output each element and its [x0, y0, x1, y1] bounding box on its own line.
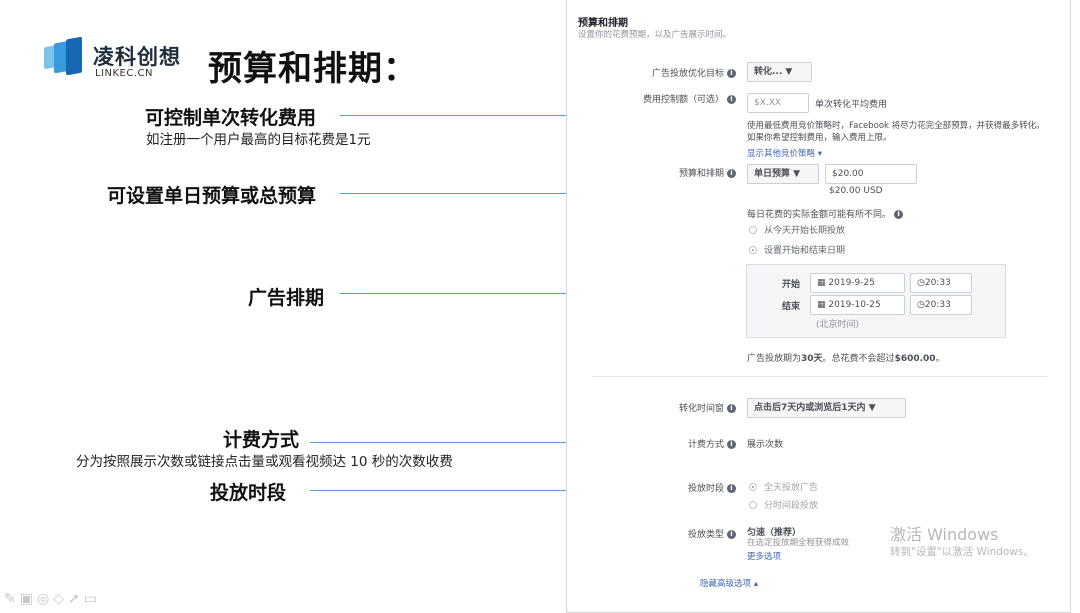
info-icon[interactable]: i	[727, 484, 736, 493]
pen-icon[interactable]: ✎	[4, 591, 20, 607]
cost-control-help: 使用最低费用竞价策略时，Facebook 将尽力花完全部预算，并获得最多转化。如…	[747, 121, 1045, 143]
brand-domain: LINKEC.CN	[95, 68, 154, 79]
caret-down-icon: ▼	[793, 169, 801, 179]
delivery-type-desc: 在选定投放期全程获得成效	[747, 538, 850, 548]
info-icon[interactable]: i	[727, 440, 736, 449]
budget-note: 每日花费的实际金额可能有所不同。 i	[747, 207, 904, 220]
cost-control-input[interactable]: $X.XX	[747, 93, 809, 113]
info-icon[interactable]: i	[727, 69, 736, 78]
hide-advanced-options-link[interactable]: 隐藏高级选项 ▴	[700, 578, 758, 590]
radio-start-now[interactable]	[749, 226, 757, 234]
start-label: 开始	[782, 280, 801, 290]
budget-amount-input[interactable]: $20.00	[825, 164, 917, 184]
info-icon[interactable]: i	[727, 404, 736, 413]
show-bid-strategies-link[interactable]: 显示其他竞价策略 ▾	[747, 148, 822, 160]
info-icon[interactable]: i	[727, 530, 736, 539]
cost-control-unit: 单次转化平均费用	[815, 100, 888, 110]
end-label: 结束	[782, 302, 801, 312]
calendar-icon: ▦	[817, 278, 826, 288]
conversion-window-label: 转化时间窗 i	[679, 401, 736, 414]
calendar-icon: ▦	[817, 300, 826, 310]
annotation-cost-control-title: 可控制单次转化费用	[145, 107, 317, 129]
annotation-billing-title: 计费方式	[223, 429, 300, 451]
section-subtitle: 设置你的花费预期，以及广告展示时间。	[578, 30, 732, 40]
more-options-link[interactable]: 更多选项	[747, 551, 781, 563]
optimization-dropdown[interactable]: 转化... ▼	[747, 62, 812, 82]
zoom-icon[interactable]: ◎	[37, 591, 53, 607]
option-set-dates-label: 设置开始和结束日期	[764, 246, 846, 256]
start-time-input[interactable]: ◷20:33	[910, 273, 972, 293]
schedule-summary: 广告投放期为30天。总花费不会超过$600.00。	[747, 354, 945, 364]
option-scheduled-label: 分时间段投放	[764, 501, 819, 511]
caret-down-icon: ▼	[785, 67, 793, 77]
budget-amount-note: $20.00 USD	[829, 186, 883, 196]
pointer-icon[interactable]: ➚	[68, 591, 84, 607]
info-icon[interactable]: i	[894, 210, 904, 219]
annotation-delivery-time-title: 投放时段	[210, 482, 287, 504]
delivery-type-label: 投放类型 i	[688, 527, 736, 540]
annotation-billing-subtitle: 分为按照展示次数或链接点击量或观看视频达 10 秒的次数收费	[76, 454, 453, 470]
delivery-time-label: 投放时段 i	[688, 481, 736, 494]
radio-scheduled[interactable]	[749, 501, 757, 509]
page-title: 预算和排期：	[208, 49, 418, 89]
budget-label: 预算和排期 i	[679, 166, 736, 179]
annotation-cost-control-subtitle: 如注册一个用户最高的目标花费是1元	[146, 132, 371, 148]
billing-label: 计费方式 i	[688, 437, 736, 450]
caret-down-icon: ▼	[868, 403, 876, 413]
end-time-input[interactable]: ◷20:33	[910, 295, 972, 315]
budget-type-dropdown[interactable]: 单日预算 ▼	[747, 164, 819, 184]
camera-icon[interactable]: ▭	[84, 591, 101, 607]
billing-value: 展示次数	[747, 440, 784, 450]
section-title: 预算和排期	[578, 18, 628, 29]
info-icon[interactable]: i	[727, 95, 736, 104]
option-all-day-label: 全天投放广告	[764, 483, 819, 493]
clock-icon: ◷	[917, 278, 925, 288]
eraser-icon[interactable]: ◇	[53, 591, 68, 607]
radio-all-day[interactable]	[749, 483, 757, 491]
activate-windows-hint: 转到"设置"以激活 Windows。	[890, 546, 1034, 558]
conversion-window-dropdown[interactable]: 点击后7天内或浏览后1天内 ▼	[747, 398, 906, 418]
slides-icon[interactable]: ▣	[20, 591, 37, 607]
annotation-schedule-title: 广告排期	[248, 287, 325, 309]
activate-windows-watermark: 激活 Windows	[890, 525, 999, 544]
start-date-input[interactable]: ▦ 2019-9-25	[810, 273, 905, 293]
section-divider	[592, 376, 1047, 377]
clock-icon: ◷	[917, 300, 925, 310]
cost-control-label: 费用控制额（可选） i	[643, 92, 736, 105]
radio-set-dates[interactable]	[749, 246, 757, 254]
brand-logo-icon	[44, 36, 82, 76]
info-icon[interactable]: i	[727, 169, 736, 178]
option-start-now-label: 从今天开始长期投放	[764, 226, 846, 236]
end-date-input[interactable]: ▦ 2019-10-25	[810, 295, 905, 315]
optimization-label: 广告投放优化目标 i	[652, 66, 736, 79]
presentation-toolbar: ✎▣◎◇➚▭	[4, 591, 101, 607]
annotation-budget-title: 可设置单日预算或总预算	[107, 185, 317, 207]
brand-name: 凌科创想	[93, 45, 181, 69]
timezone-note: (北京时间)	[816, 320, 860, 330]
